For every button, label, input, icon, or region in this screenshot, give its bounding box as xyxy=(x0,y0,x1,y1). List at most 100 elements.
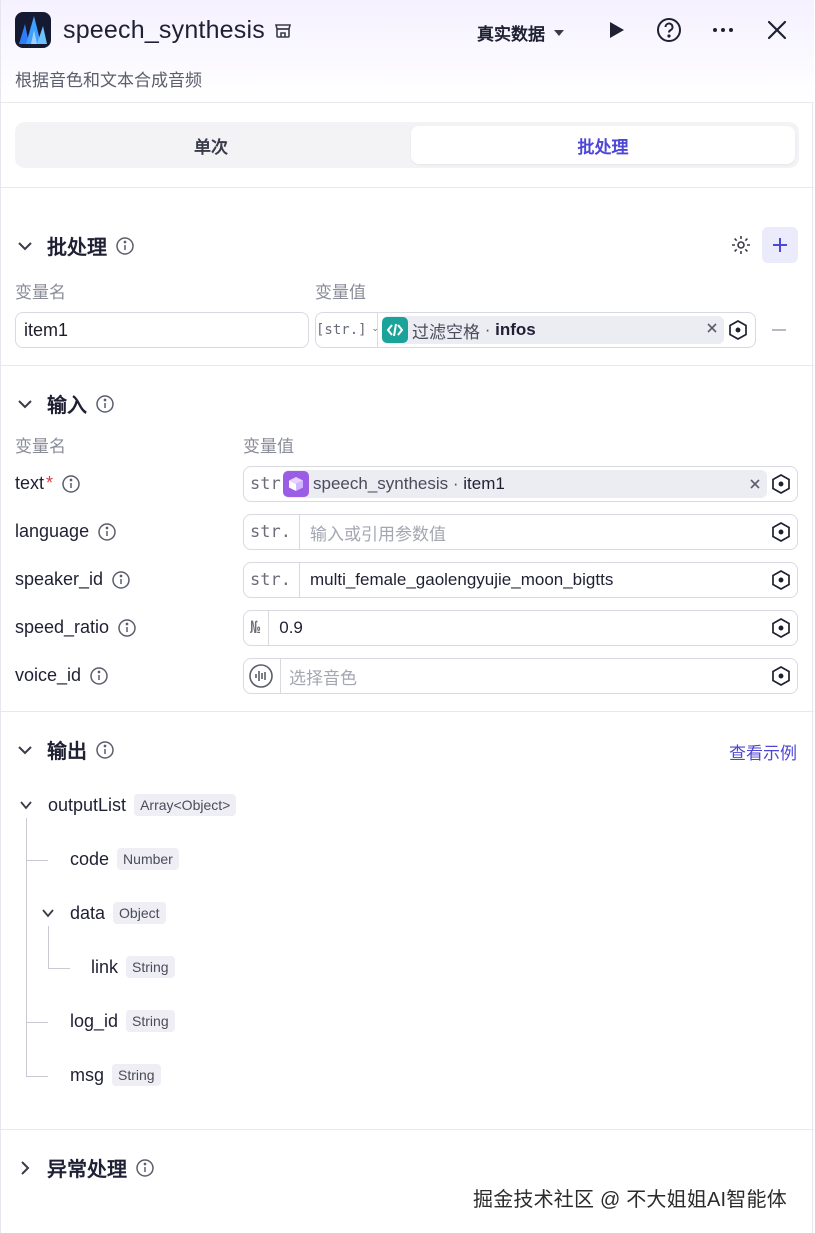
type-tag: str. xyxy=(250,515,300,549)
tree-item-log-id: log_id String xyxy=(70,1010,175,1032)
voice-id-select[interactable]: 选择音色 xyxy=(243,658,798,694)
type-badge: String xyxy=(112,1064,161,1086)
language-input[interactable]: str. 输入或引用参数值 xyxy=(243,514,798,550)
clear-ref-icon[interactable] xyxy=(749,477,761,489)
input-section-title: 输入 xyxy=(47,395,87,417)
tab-single[interactable]: 单次 xyxy=(19,126,403,164)
clear-ref-icon[interactable] xyxy=(706,321,720,335)
param-label-language: language xyxy=(15,521,117,542)
batch-col-value: 变量值 xyxy=(315,283,366,302)
param-label-speaker-id: speaker_id xyxy=(15,569,131,590)
mode-tabs: 单次 批处理 xyxy=(15,122,799,168)
variable-ref-icon[interactable] xyxy=(770,473,792,495)
store-icon xyxy=(273,21,293,41)
output-section-title: 输出 xyxy=(47,741,87,763)
code-node-icon xyxy=(382,317,408,343)
info-icon xyxy=(61,474,81,494)
more-icon[interactable] xyxy=(710,17,736,43)
variable-ref-icon[interactable] xyxy=(770,569,792,591)
divider xyxy=(1,711,814,712)
info-icon xyxy=(135,1158,155,1178)
param-label-voice-id: voice_id xyxy=(15,665,109,686)
ref-node-name: 过滤空格 xyxy=(412,322,480,342)
param-label-text: text * xyxy=(15,473,81,494)
param-name: speaker_id xyxy=(15,569,104,589)
info-icon xyxy=(111,570,131,590)
type-badge: String xyxy=(126,956,175,978)
remove-row-icon[interactable] xyxy=(772,329,786,331)
batch-var-name-input[interactable]: item1 xyxy=(15,312,309,348)
language-placeholder: 输入或引用参数值 xyxy=(309,524,446,544)
data-mode-label: 真实数据 xyxy=(477,25,545,44)
param-name: voice_id xyxy=(15,665,82,685)
tree-item-name: data xyxy=(70,902,106,923)
input-section-header[interactable]: 输入 xyxy=(17,389,115,418)
settings-gear-icon[interactable] xyxy=(730,234,752,256)
node-title[interactable]: speech_synthesis xyxy=(63,16,265,45)
tree-line xyxy=(26,1022,48,1023)
tree-item-outputlist[interactable]: outputList Array<Object> xyxy=(19,794,237,816)
exception-section-header[interactable]: 异常处理 xyxy=(17,1153,155,1182)
start-node-icon xyxy=(283,471,309,497)
type-select[interactable]: [str.] xyxy=(316,313,378,347)
batch-ref-chip[interactable]: 过滤空格 · infos xyxy=(382,316,724,344)
text-ref-chip[interactable]: speech_synthesis · item1 xyxy=(283,470,767,498)
variable-ref-icon[interactable] xyxy=(727,319,749,341)
node-description: 根据音色和文本合成音频 xyxy=(15,71,202,90)
type-badge: Object xyxy=(113,902,166,924)
voice-waveform-icon xyxy=(248,659,281,693)
tree-item-msg: msg String xyxy=(70,1064,161,1086)
ref-field-name: infos xyxy=(495,320,536,339)
param-name: text xyxy=(15,473,45,493)
type-badge: Array<Object> xyxy=(134,794,237,816)
param-name: speed_ratio xyxy=(15,617,110,637)
type-tag: str. xyxy=(250,563,300,597)
speed-ratio-input[interactable]: № 0.9 xyxy=(243,610,798,646)
run-play-icon[interactable] xyxy=(603,17,629,43)
tab-batch[interactable]: 批处理 xyxy=(411,126,795,164)
output-section-header[interactable]: 输出 xyxy=(17,735,115,764)
info-icon xyxy=(89,666,109,686)
batch-section-title: 批处理 xyxy=(47,237,107,259)
help-icon[interactable] xyxy=(656,17,682,43)
voice-id-placeholder: 选择音色 xyxy=(289,668,357,688)
batch-section-header[interactable]: 批处理 xyxy=(17,231,135,260)
chevron-down-icon xyxy=(42,909,54,918)
variable-ref-icon[interactable] xyxy=(770,521,792,543)
chevron-down-icon xyxy=(18,241,32,250)
divider xyxy=(1,365,814,366)
speaker-id-input[interactable]: str. multi_female_gaolengyujie_moon_bigt… xyxy=(243,562,798,598)
chevron-down-icon xyxy=(18,399,32,408)
ref-separator: · xyxy=(448,474,464,493)
info-icon xyxy=(117,618,137,638)
tree-item-data[interactable]: data Object xyxy=(41,902,166,924)
param-name: language xyxy=(15,521,90,541)
watermark: 掘金技术社区 @ 不大姐姐AI智能体 xyxy=(473,1189,787,1211)
info-icon xyxy=(97,522,117,542)
variable-ref-icon[interactable] xyxy=(770,617,792,639)
type-badge: String xyxy=(126,1010,175,1032)
data-mode-select[interactable]: 真实数据 xyxy=(477,20,565,45)
tree-item-name: link xyxy=(91,956,119,977)
view-example-link[interactable]: 查看示例 xyxy=(729,739,797,764)
divider xyxy=(1,187,814,188)
batch-var-name: item1 xyxy=(24,319,69,340)
tree-item-name: outputList xyxy=(48,794,127,815)
tree-item-name: code xyxy=(70,848,110,869)
add-batch-button[interactable] xyxy=(762,227,798,263)
tree-line xyxy=(48,968,70,969)
ref-separator: · xyxy=(480,320,496,339)
param-label-speed-ratio: speed_ratio xyxy=(15,617,137,638)
tree-item-name: log_id xyxy=(70,1010,119,1031)
info-icon xyxy=(115,236,135,256)
number-type-tag: № xyxy=(250,611,270,645)
panel-header: speech_synthesis 根据音色和文本合成音频 真实数据 xyxy=(1,0,814,103)
type-badge: Number xyxy=(117,848,179,870)
tree-item-code: code Number xyxy=(70,848,179,870)
divider xyxy=(1,1129,814,1130)
speed-ratio-value: 0.9 xyxy=(279,618,303,637)
close-icon[interactable] xyxy=(764,17,790,43)
chevron-down-icon xyxy=(373,328,377,332)
chevron-down-icon xyxy=(18,745,32,754)
variable-ref-icon[interactable] xyxy=(770,665,792,687)
